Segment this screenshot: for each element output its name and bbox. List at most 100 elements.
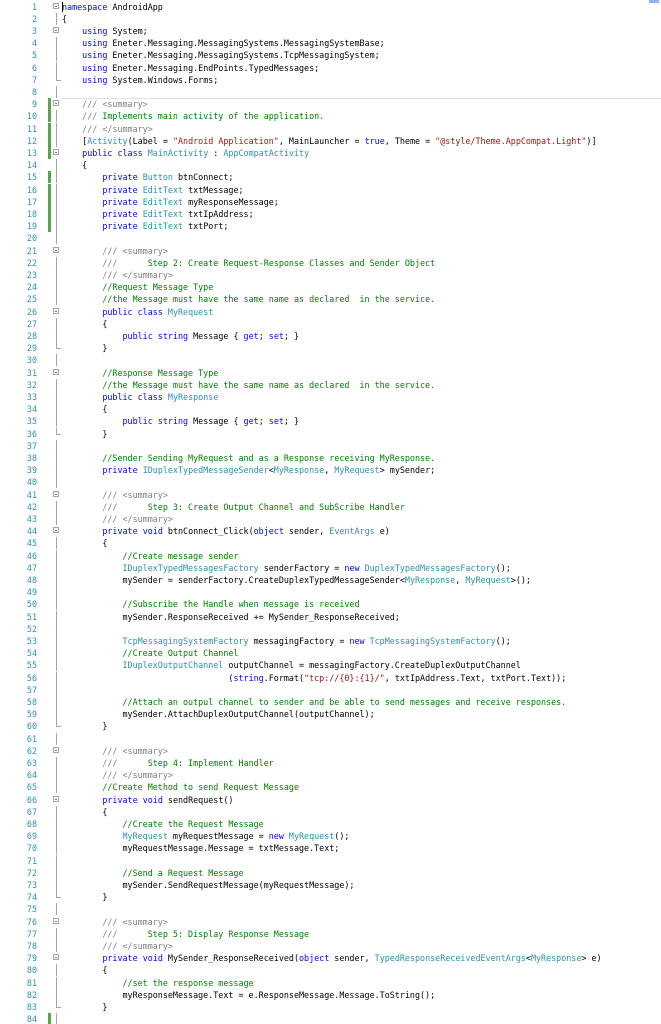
code-line[interactable]: 65 //Create Method to send Request Messa…: [0, 781, 661, 794]
code-line[interactable]: 75: [0, 903, 661, 916]
code-line[interactable]: 57: [0, 683, 661, 696]
code-line[interactable]: 54 //Create Output Channel: [0, 647, 661, 660]
collapse-toggle-icon[interactable]: [53, 952, 61, 964]
code-line[interactable]: 11 /// </summary>: [0, 122, 661, 135]
collapse-toggle-icon[interactable]: [53, 147, 61, 159]
code-line[interactable]: 39 private IDuplexTypedMessageSender<MyR…: [0, 464, 661, 477]
code-line[interactable]: 20: [0, 232, 661, 245]
collapse-toggle-icon[interactable]: [53, 525, 61, 537]
collapse-toggle-icon[interactable]: [53, 25, 61, 37]
code-line[interactable]: 68 //Create the Request Message: [0, 817, 661, 831]
code-line[interactable]: 34 {: [0, 403, 661, 416]
code-editor[interactable]: 1 namespace AndroidApp 2{3 using System; 4 …: [0, 0, 661, 1024]
code-line[interactable]: 25 //the Message must have the same name…: [0, 293, 661, 306]
code-line[interactable]: 63 /// Step 4: Implement Handler: [0, 756, 661, 770]
code-line[interactable]: 40: [0, 476, 661, 489]
code-line[interactable]: 52: [0, 622, 661, 635]
code-line[interactable]: 51 mySender.ResponseReceived += MySender…: [0, 610, 661, 623]
code-line[interactable]: 84: [0, 1013, 661, 1024]
code-line[interactable]: 31 //Response Message Type: [0, 367, 661, 379]
code-line[interactable]: 47 IDuplexTypedMessagesFactory senderFac…: [0, 561, 661, 574]
code-line[interactable]: 46 //Create message sender: [0, 549, 661, 562]
code-line[interactable]: 49: [0, 586, 661, 599]
code-line[interactable]: 17 private EditText myResponseMessage;: [0, 195, 661, 208]
code-line[interactable]: 53 TcpMessagingSystemFactory messagingFa…: [0, 634, 661, 648]
code-line[interactable]: 16 private EditText txtMessage;: [0, 183, 661, 196]
code-line[interactable]: 18 private EditText txtIpAddress;: [0, 207, 661, 221]
code-line[interactable]: 83 }: [0, 1000, 661, 1013]
code-line[interactable]: 79 private void MySender_ResponseReceive…: [0, 952, 661, 964]
collapse-toggle-icon[interactable]: [53, 916, 61, 928]
code-line[interactable]: 82 myResponseMessage.Text = e.ResponseMe…: [0, 988, 661, 1001]
code-line[interactable]: 62 /// <summary>: [0, 745, 661, 757]
code-line[interactable]: 60 }: [0, 720, 661, 732]
code-line[interactable]: 71: [0, 854, 661, 867]
code-line[interactable]: 38 //Sender Sending MyRequest and as a R…: [0, 451, 661, 465]
code-line[interactable]: 76 /// <summary>: [0, 916, 661, 928]
code-line[interactable]: 7 using System.Windows.Forms;: [0, 73, 661, 86]
code-line[interactable]: 48 mySender = senderFactory.CreateDuplex…: [0, 573, 661, 587]
code-line[interactable]: 74 }: [0, 891, 661, 903]
code-line[interactable]: 10 /// Implements main activity of the a…: [0, 110, 661, 123]
collapse-toggle-icon[interactable]: [53, 794, 61, 806]
collapse-toggle-icon[interactable]: [53, 367, 61, 379]
collapse-toggle-icon[interactable]: [53, 98, 61, 110]
code-line[interactable]: 12 [Activity(Label = "Android Applicatio…: [0, 134, 661, 147]
code-line[interactable]: 36 }: [0, 427, 661, 440]
code-line[interactable]: 58 //Attach an outpul channel to sender …: [0, 695, 661, 709]
code-line[interactable]: 2{: [0, 12, 661, 25]
code-line[interactable]: 77 /// Step 5: Display Response Message: [0, 927, 661, 940]
code-line[interactable]: 23 /// </summary>: [0, 268, 661, 282]
code-line[interactable]: 37: [0, 439, 661, 452]
code-line[interactable]: 50 //Subscribe the Handle when message i…: [0, 598, 661, 611]
code-line[interactable]: 24 //Request Message Type: [0, 281, 661, 294]
code-line[interactable]: 21 /// <summary>: [0, 245, 661, 257]
code-line[interactable]: 15 private Button btnConnect;: [0, 171, 661, 184]
line-number: 43: [26, 513, 37, 524]
code-line[interactable]: 32 //the Message must have the same name…: [0, 378, 661, 391]
code-line[interactable]: 35 public string Message { get; set; }: [0, 415, 661, 428]
code-line[interactable]: 29 }: [0, 342, 661, 354]
collapse-toggle-icon[interactable]: [53, 489, 61, 501]
code-line[interactable]: 13 public class MainActivity : AppCompat…: [0, 146, 661, 160]
code-line[interactable]: 61: [0, 732, 661, 745]
code-line[interactable]: 44 private void btnConnect_Click(object …: [0, 525, 661, 537]
code-line[interactable]: 81 //set the response message: [0, 976, 661, 989]
collapse-toggle-icon[interactable]: [53, 1, 61, 13]
code-line[interactable]: 56 (string.Format("tcp://{0}:{1}/", txtI…: [0, 671, 661, 684]
collapse-toggle-icon[interactable]: [53, 745, 61, 757]
collapse-toggle-icon[interactable]: [53, 245, 61, 257]
code-line[interactable]: 80 {: [0, 964, 661, 977]
code-line[interactable]: 6 using Eneter.Messaging.EndPoints.Typed…: [0, 61, 661, 74]
code-line[interactable]: 33 public class MyResponse: [0, 390, 661, 404]
code-line[interactable]: 43 /// </summary>: [0, 512, 661, 526]
code-line[interactable]: 66 private void sendRequest(): [0, 794, 661, 806]
code-line[interactable]: 22 /// Step 2: Create Request-Response C…: [0, 256, 661, 269]
code-line[interactable]: 19 private EditText txtPort;: [0, 220, 661, 233]
code-line[interactable]: 1 namespace AndroidApp: [0, 1, 661, 13]
code-line[interactable]: 67 {: [0, 805, 661, 818]
code-line[interactable]: 26 public class MyRequest: [0, 306, 661, 318]
code-line[interactable]: 4 using Eneter.Messaging.MessagingSystem…: [0, 37, 661, 50]
code-line[interactable]: 70 myRequestMessage.Message = txtMessage…: [0, 842, 661, 855]
code-line[interactable]: 64 /// </summary>: [0, 769, 661, 782]
code-line[interactable]: 5 using Eneter.Messaging.MessagingSystem…: [0, 49, 661, 62]
code-line[interactable]: 8: [0, 85, 661, 99]
code-line[interactable]: 30: [0, 354, 661, 367]
code-line[interactable]: 28 public string Message { get; set; }: [0, 329, 661, 343]
code-line[interactable]: 3 using System;: [0, 25, 661, 37]
code-line[interactable]: 27 {: [0, 317, 661, 330]
code-line[interactable]: 59 mySender.AttachDuplexOutputChannel(ou…: [0, 708, 661, 721]
code-line[interactable]: 9 /// <summary>: [0, 98, 661, 111]
code-line[interactable]: 14 {: [0, 159, 661, 172]
code-line[interactable]: 78 /// </summary>: [0, 939, 661, 953]
code-line[interactable]: 55 IDuplexOutputChannel outputChannel = …: [0, 659, 661, 672]
code-line[interactable]: 45 {: [0, 537, 661, 550]
code-line[interactable]: 41 /// <summary>: [0, 489, 661, 501]
code-line[interactable]: 42 /// Step 3: Create Output Channel and…: [0, 500, 661, 513]
code-line[interactable]: 69 MyRequest myRequestMessage = new MyRe…: [0, 830, 661, 843]
outline-guide-icon: [53, 464, 61, 477]
collapse-toggle-icon[interactable]: [53, 306, 61, 318]
code-line[interactable]: 73 mySender.SendRequestMessage(myRequest…: [0, 878, 661, 892]
code-line[interactable]: 72 //Send a Request Message: [0, 866, 661, 879]
